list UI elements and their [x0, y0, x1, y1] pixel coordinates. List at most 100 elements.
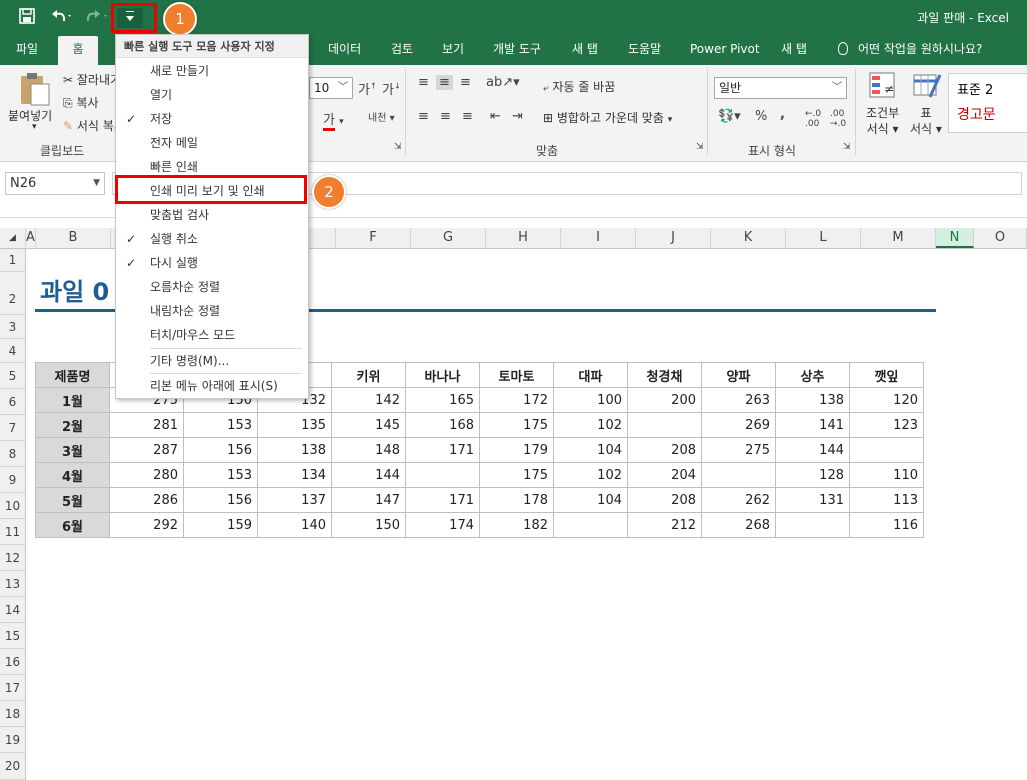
- conditional-format-button[interactable]: 조건부 서식 ▾: [866, 105, 899, 137]
- row-header-15[interactable]: 15: [0, 623, 26, 649]
- tab-home[interactable]: 홈: [58, 36, 98, 65]
- row-label-cell[interactable]: 2월: [35, 412, 110, 438]
- data-cell[interactable]: 144: [775, 437, 850, 463]
- data-cell[interactable]: 144: [331, 462, 406, 488]
- col-header-o[interactable]: O: [974, 228, 1027, 248]
- data-cell[interactable]: 159: [183, 512, 258, 538]
- header-cell[interactable]: 키위: [331, 362, 406, 388]
- data-cell[interactable]: 116: [849, 512, 924, 538]
- data-cell[interactable]: [405, 462, 480, 488]
- header-cell[interactable]: 상추: [775, 362, 850, 388]
- data-cell[interactable]: 156: [183, 487, 258, 513]
- font-size-combo[interactable]: 10 ﹀: [309, 77, 353, 99]
- row-label-cell[interactable]: 6월: [35, 512, 110, 538]
- tell-me-box[interactable]: 어떤 작업을 원하시나요?: [838, 36, 982, 65]
- menu-item-sort-desc[interactable]: 내림차순 정렬: [116, 299, 308, 323]
- data-cell[interactable]: 153: [183, 412, 258, 438]
- menu-item-touch-mode[interactable]: 터치/마우스 모드: [116, 323, 308, 347]
- menu-item-spelling[interactable]: 맞춤법 검사: [116, 203, 308, 227]
- col-header-h[interactable]: H: [486, 228, 561, 248]
- paste-dropdown-icon[interactable]: ▾: [32, 122, 37, 132]
- data-cell[interactable]: 140: [257, 512, 332, 538]
- row-label-cell[interactable]: 4월: [35, 462, 110, 488]
- menu-item-sort-asc[interactable]: 오름차순 정렬: [116, 275, 308, 299]
- header-cell[interactable]: 바나나: [405, 362, 480, 388]
- col-header-l[interactable]: L: [786, 228, 861, 248]
- data-cell[interactable]: 200: [627, 387, 702, 413]
- data-cell[interactable]: 179: [479, 437, 554, 463]
- table-format-button[interactable]: 표 서식 ▾: [910, 105, 942, 137]
- orientation-icon[interactable]: ab↗▾: [486, 75, 520, 90]
- data-cell[interactable]: 110: [849, 462, 924, 488]
- data-cell[interactable]: 150: [331, 512, 406, 538]
- row-label-cell[interactable]: 5월: [35, 487, 110, 513]
- style-normal-2[interactable]: 표준 2: [957, 79, 993, 98]
- data-cell[interactable]: 262: [701, 487, 776, 513]
- menu-item-more-commands[interactable]: 기타 명령(M)...: [116, 349, 308, 373]
- data-cell[interactable]: 142: [331, 387, 406, 413]
- row-header-2[interactable]: 2: [0, 272, 26, 315]
- data-cell[interactable]: 156: [183, 437, 258, 463]
- tab-data[interactable]: 데이터: [328, 36, 361, 65]
- cut-button[interactable]: ✂ 잘라내기: [63, 71, 121, 88]
- decrease-font-icon[interactable]: 가↓: [382, 79, 401, 98]
- row-header-7[interactable]: 7: [0, 415, 26, 441]
- row-header-9[interactable]: 9: [0, 467, 26, 493]
- data-cell[interactable]: 120: [849, 387, 924, 413]
- cell-styles-gallery[interactable]: 표준 2 경고문: [948, 73, 1027, 133]
- header-cell[interactable]: 제품명: [35, 362, 110, 388]
- row-header-14[interactable]: 14: [0, 597, 26, 623]
- sheet-title[interactable]: 과일 0: [40, 272, 109, 307]
- align-middle-icon[interactable]: ≡: [436, 75, 453, 90]
- align-center-icon[interactable]: ≡: [440, 109, 451, 124]
- header-cell[interactable]: 양파: [701, 362, 776, 388]
- data-cell[interactable]: 286: [109, 487, 184, 513]
- data-cell[interactable]: 204: [627, 462, 702, 488]
- data-cell[interactable]: [627, 412, 702, 438]
- col-header-k[interactable]: K: [711, 228, 786, 248]
- row-header-12[interactable]: 12: [0, 545, 26, 571]
- col-header-a[interactable]: A: [26, 228, 36, 248]
- conditional-format-icon[interactable]: ≠: [868, 71, 898, 104]
- col-header-i[interactable]: I: [561, 228, 636, 248]
- data-cell[interactable]: [849, 437, 924, 463]
- data-cell[interactable]: 275: [701, 437, 776, 463]
- menu-item-show-below-ribbon[interactable]: 리본 메뉴 아래에 표시(S): [116, 374, 308, 398]
- wrap-text-button[interactable]: ⤶ 자동 줄 바꿈: [543, 78, 615, 95]
- row-header-10[interactable]: 10: [0, 493, 26, 519]
- number-format-combo[interactable]: 일반 ﹀: [714, 77, 847, 99]
- data-cell[interactable]: 148: [331, 437, 406, 463]
- col-header-j[interactable]: J: [636, 228, 711, 248]
- tab-new-2[interactable]: 새 탭: [781, 36, 807, 65]
- row-header-11[interactable]: 11: [0, 519, 26, 545]
- data-cell[interactable]: 171: [405, 487, 480, 513]
- row-header-1[interactable]: 1: [0, 249, 26, 272]
- row-header-8[interactable]: 8: [0, 441, 26, 467]
- font-color-icon[interactable]: 가 ▾: [323, 109, 344, 131]
- header-cell[interactable]: 청경채: [627, 362, 702, 388]
- undo-icon[interactable]: [48, 7, 74, 30]
- col-header-n[interactable]: N: [936, 228, 974, 248]
- col-header-f[interactable]: F: [336, 228, 411, 248]
- align-right-icon[interactable]: ≡: [462, 109, 473, 124]
- data-cell[interactable]: 113: [849, 487, 924, 513]
- data-cell[interactable]: 153: [183, 462, 258, 488]
- copy-button[interactable]: ⎘ 복사: [63, 94, 99, 111]
- col-header-b[interactable]: B: [36, 228, 111, 248]
- data-cell[interactable]: 138: [257, 437, 332, 463]
- data-cell[interactable]: 178: [479, 487, 554, 513]
- row-header-13[interactable]: 13: [0, 571, 26, 597]
- row-header-17[interactable]: 17: [0, 675, 26, 701]
- data-cell[interactable]: 175: [479, 412, 554, 438]
- select-all-corner[interactable]: ◢: [0, 228, 26, 248]
- data-cell[interactable]: 212: [627, 512, 702, 538]
- menu-item-open[interactable]: 열기: [116, 83, 308, 107]
- decrease-indent-icon[interactable]: ⇤: [490, 109, 501, 124]
- row-header-4[interactable]: 4: [0, 339, 26, 363]
- tab-power-pivot[interactable]: Power Pivot: [690, 36, 760, 65]
- increase-decimal-icon[interactable]: ←.0.00: [805, 109, 821, 129]
- data-cell[interactable]: 208: [627, 487, 702, 513]
- menu-item-redo[interactable]: ✓ 다시 실행: [116, 251, 308, 275]
- data-cell[interactable]: 123: [849, 412, 924, 438]
- data-cell[interactable]: 268: [701, 512, 776, 538]
